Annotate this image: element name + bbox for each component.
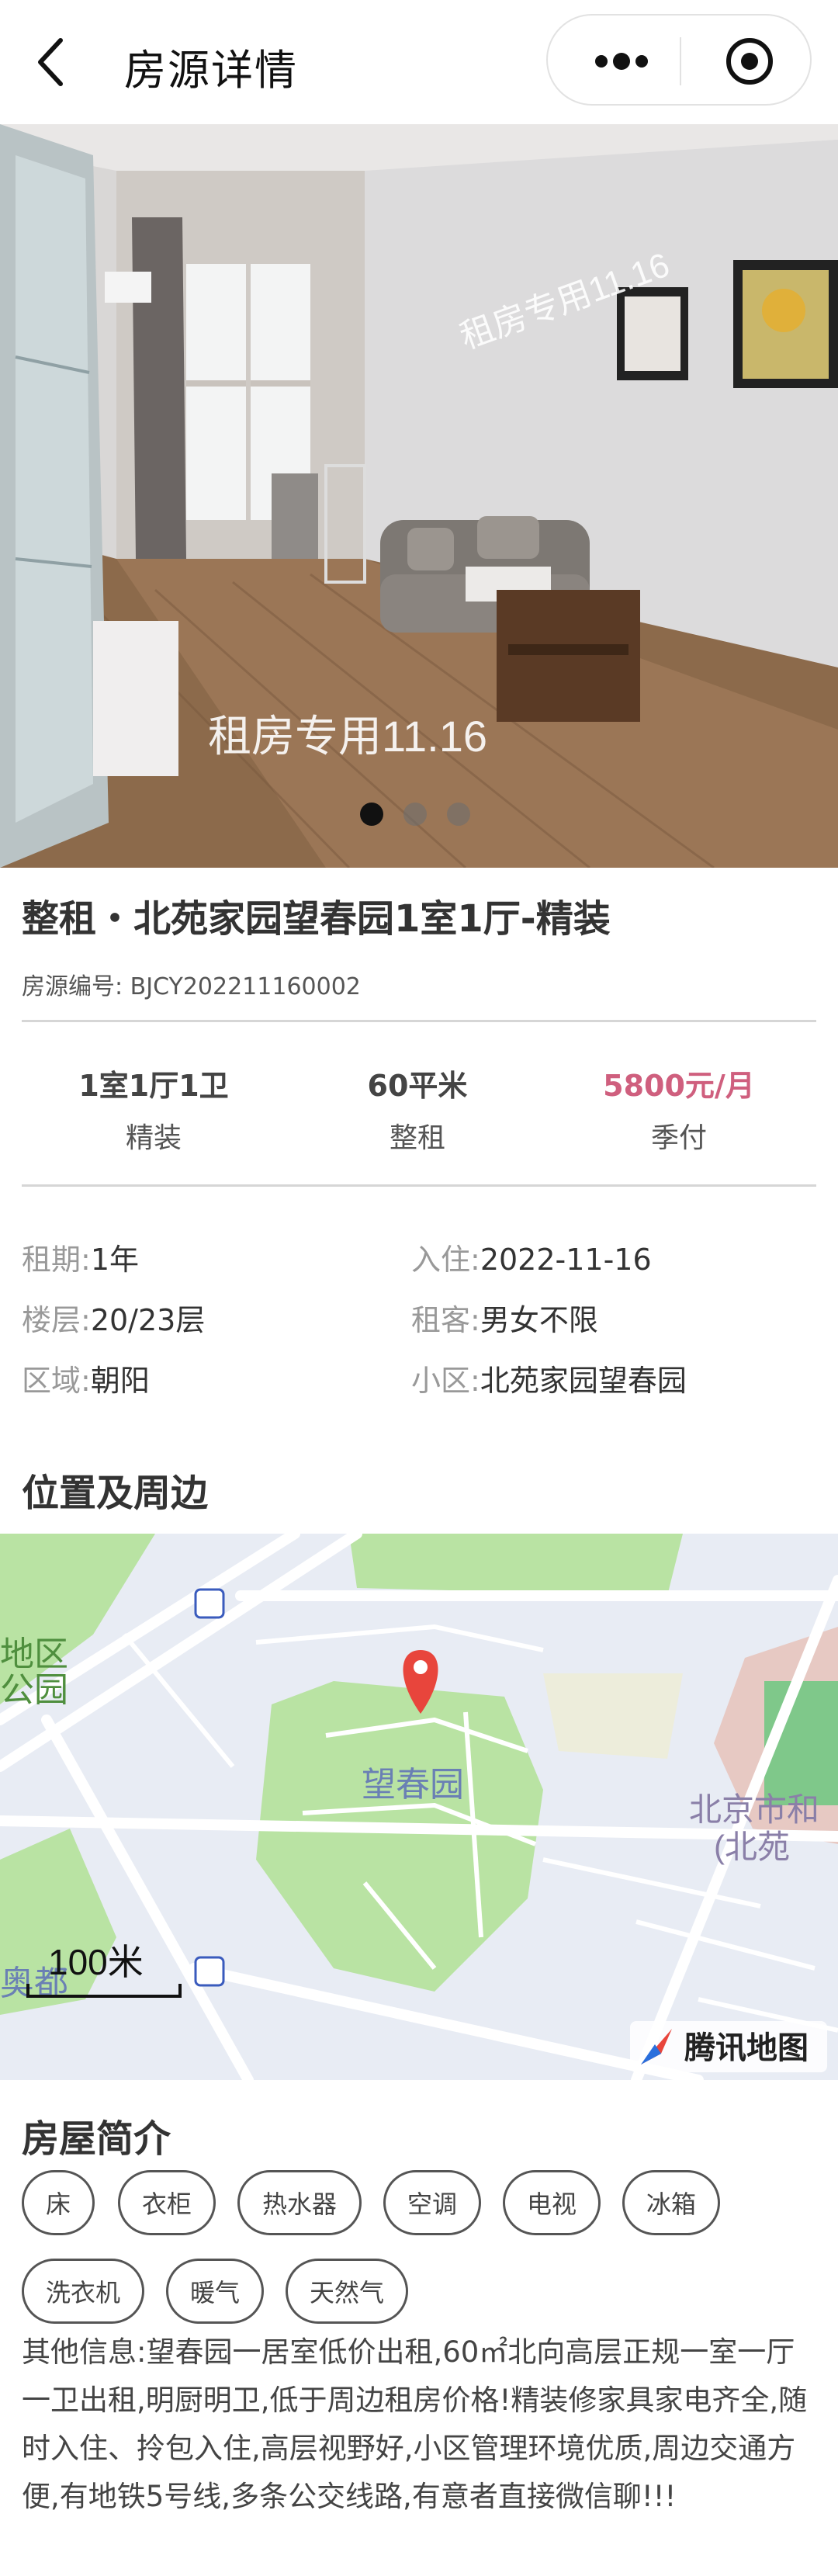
map-label-left-top: 地区 — [0, 1635, 68, 1673]
map-label-school-1: 北京市和 — [689, 1791, 819, 1828]
info-community: 小区:北苑家园望春园 — [411, 1357, 687, 1399]
capsule-divider — [680, 37, 681, 85]
stat-area: 60平米 整租 — [286, 1062, 549, 1156]
carousel-dot[interactable] — [403, 803, 427, 826]
info-label: 入住: — [411, 1243, 480, 1277]
more-button[interactable] — [579, 34, 664, 88]
info-label: 租期: — [22, 1243, 91, 1277]
map-label-park: 望春园 — [362, 1766, 464, 1804]
chevron-left-icon — [38, 38, 63, 86]
stat-value: 1室1厅1卫 — [78, 1069, 229, 1103]
amenity-tag: 冰箱 — [622, 2170, 720, 2235]
more-dots-icon — [595, 53, 648, 70]
price-value: 5800元/月 — [603, 1069, 755, 1103]
amenity-tag: 空调 — [383, 2170, 481, 2235]
info-lease-term: 租期:1年 — [22, 1236, 139, 1278]
divider — [22, 1020, 816, 1022]
listing-code-value: BJCY202211160002 — [130, 973, 361, 1000]
info-label: 楼层: — [22, 1303, 91, 1337]
map-brand: 腾讯地图 — [684, 2031, 809, 2065]
amenity-tag: 热水器 — [237, 2170, 362, 2235]
info-tenant: 租客:男女不限 — [411, 1296, 598, 1339]
amenity-tag: 暖气 — [166, 2259, 264, 2324]
map-view[interactable]: 望春园 地区 公园 北京市和 (北苑 奥都 100米 腾讯地图 — [0, 1534, 838, 2080]
stat-caption: 精装 — [125, 1122, 182, 1154]
stat-value: 60平米 — [367, 1069, 468, 1103]
map-label-school-2: (北苑 — [714, 1829, 790, 1865]
location-section-title: 位置及周边 — [22, 1472, 209, 1515]
stat-price: 5800元/月 季付 — [547, 1062, 811, 1156]
subway-station-icon — [194, 1588, 225, 1619]
map-label-left-mid: 公园 — [0, 1671, 68, 1709]
listing-code: 房源编号: BJCY202211160002 — [22, 967, 361, 1001]
photo-carousel[interactable]: 租房专用11.16 租房专用11.16 — [0, 124, 838, 868]
info-value: 男女不限 — [480, 1303, 598, 1337]
info-value: 20/23层 — [90, 1303, 206, 1337]
listing-code-label: 房源编号: — [22, 973, 123, 1000]
amenity-tag: 衣柜 — [118, 2170, 216, 2235]
map-scale-label: 100米 — [48, 1942, 144, 1982]
listing-description: 其他信息:望春园一居室低价出租,60㎡北向高层正规一室一厅一卫出租,明厨明卫,低… — [22, 2335, 808, 2513]
payment-method: 季付 — [650, 1122, 707, 1154]
info-district: 区域:朝阳 — [22, 1357, 150, 1399]
subway-station-icon — [194, 1956, 225, 1987]
stat-caption: 整租 — [389, 1122, 445, 1154]
page-title: 房源详情 — [124, 46, 298, 95]
info-label: 区域: — [22, 1364, 91, 1398]
info-label: 租客: — [411, 1303, 480, 1337]
info-floor: 楼层:20/23层 — [22, 1296, 205, 1339]
target-circle-icon — [726, 38, 773, 85]
info-value: 朝阳 — [90, 1364, 150, 1398]
intro-section-title: 房屋简介 — [22, 2117, 171, 2161]
amenity-tag: 床 — [22, 2170, 95, 2235]
close-mini-program-button[interactable] — [711, 34, 788, 88]
mini-program-capsule — [546, 14, 812, 106]
amenity-tag: 电视 — [503, 2170, 601, 2235]
info-value: 北苑家园望春园 — [480, 1364, 687, 1398]
info-value: 1年 — [90, 1243, 139, 1277]
map-canvas: 望春园 地区 公园 北京市和 (北苑 奥都 100米 腾讯地图 — [0, 1534, 838, 2080]
back-button[interactable] — [34, 34, 81, 90]
info-move-in: 入住:2022-11-16 — [411, 1236, 652, 1278]
watermark-bottom: 租房专用11.16 — [208, 712, 487, 761]
room-photo: 租房专用11.16 租房专用11.16 — [0, 124, 838, 868]
listing-title: 整租・北苑家园望春园1室1厅-精装 — [22, 897, 611, 941]
amenity-tag: 洗衣机 — [22, 2259, 144, 2324]
info-label: 小区: — [411, 1364, 480, 1398]
stat-layout: 1室1厅1卫 精装 — [22, 1062, 286, 1156]
amenity-tag: 天然气 — [286, 2259, 408, 2324]
divider — [22, 1184, 816, 1187]
carousel-indicator — [360, 801, 484, 827]
carousel-dot[interactable] — [360, 803, 383, 826]
carousel-dot[interactable] — [447, 803, 470, 826]
info-value: 2022-11-16 — [480, 1243, 652, 1277]
navigation-bar: 房源详情 — [0, 0, 838, 124]
